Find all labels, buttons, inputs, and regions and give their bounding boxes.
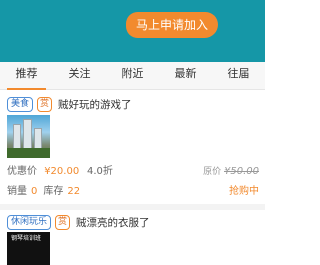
list-item[interactable]: 美食 赏 贼好玩的游戏了 优惠价 ¥20.00 4.0折 原价 ¥50.00 销… [0,92,265,204]
category-tag: 休闲玩乐 [7,214,52,230]
discount: 4.0折 [87,166,113,177]
sales-row: 销量 0 库存 22 抢购中 [7,184,259,200]
building-shape [13,124,21,150]
reward-badge: 赏 [37,96,53,112]
sales-label: 销量 [7,186,27,197]
sale-price: ¥20.00 [44,166,80,177]
category-tabs: 推荐 关注 附近 最新 往届 [0,62,265,90]
original-price-label: 原价 [203,167,222,177]
tab-nearby[interactable]: 附近 [106,62,159,89]
original-price-value: ¥50.00 [224,166,259,177]
item-header: 休闲玩乐 赏 贼漂亮的衣服了 [7,214,150,230]
item-header: 美食 赏 贼好玩的游戏了 [7,96,132,112]
tab-follow[interactable]: 关注 [53,62,106,89]
item-title[interactable]: 贼好玩的游戏了 [58,97,132,112]
original-price: 原价 ¥50.00 [203,164,259,180]
stock-count: 22 [67,186,81,197]
list-item[interactable]: 休闲玩乐 赏 贼漂亮的衣服了 钢琴培训班 [0,210,265,265]
price-row: 优惠价 ¥20.00 4.0折 原价 ¥50.00 [7,164,259,180]
item-thumbnail[interactable]: 钢琴培训班 [7,232,50,265]
item-thumbnail[interactable] [7,115,50,158]
price-label: 优惠价 [7,166,37,177]
tab-past[interactable]: 往届 [212,62,265,89]
tree-line [7,148,50,158]
item-title[interactable]: 贼漂亮的衣服了 [76,215,150,230]
stock-label: 库存 [43,186,64,197]
tab-recommend[interactable]: 推荐 [0,62,53,90]
building-shape [23,119,32,150]
apply-join-button[interactable]: 马上申请加入 [126,12,218,38]
rush-buy-status[interactable]: 抢购中 [229,184,259,200]
building-shape [34,128,42,150]
top-banner: 马上申请加入 [0,0,265,62]
tab-latest[interactable]: 最新 [159,62,212,89]
thumbnail-caption: 钢琴培训班 [11,235,42,242]
sales-count: 0 [31,186,38,197]
category-tag: 美食 [7,96,34,112]
reward-badge: 赏 [55,214,71,230]
